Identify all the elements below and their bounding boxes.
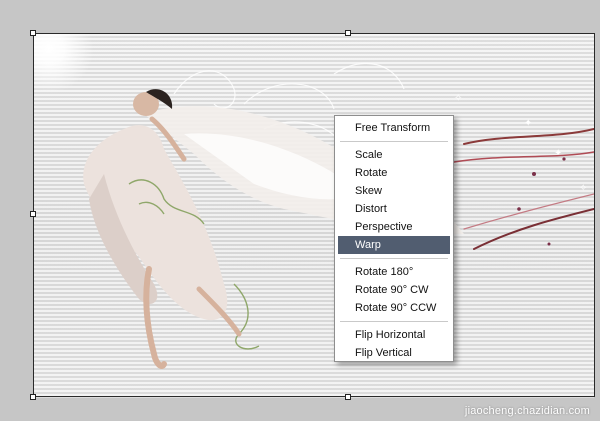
menu-item-rotate-90-ccw[interactable]: Rotate 90° CCW xyxy=(338,299,450,317)
menu-item-flip-horizontal[interactable]: Flip Horizontal xyxy=(338,326,450,344)
transform-handle-bottom-center[interactable] xyxy=(345,394,351,400)
transform-bounding-box[interactable] xyxy=(33,33,595,397)
menu-item-perspective[interactable]: Perspective xyxy=(338,218,450,236)
menu-item-scale[interactable]: Scale xyxy=(338,146,450,164)
transform-handle-bottom-left[interactable] xyxy=(30,394,36,400)
transform-context-menu: Free Transform Scale Rotate Skew Distort… xyxy=(334,115,454,362)
menu-item-skew[interactable]: Skew xyxy=(338,182,450,200)
site-watermark: jiaocheng.chazidian.com xyxy=(464,405,590,417)
menu-item-free-transform[interactable]: Free Transform xyxy=(338,119,450,137)
menu-item-distort[interactable]: Distort xyxy=(338,200,450,218)
transform-handle-top-left[interactable] xyxy=(30,30,36,36)
menu-separator xyxy=(340,141,448,142)
menu-item-rotate-180[interactable]: Rotate 180° xyxy=(338,263,450,281)
menu-separator xyxy=(340,321,448,322)
menu-item-rotate-90-cw[interactable]: Rotate 90° CW xyxy=(338,281,450,299)
menu-item-warp[interactable]: Warp xyxy=(338,236,450,254)
menu-item-flip-vertical[interactable]: Flip Vertical xyxy=(338,344,450,362)
menu-separator xyxy=(340,258,448,259)
menu-item-rotate[interactable]: Rotate xyxy=(338,164,450,182)
transform-handle-middle-left[interactable] xyxy=(30,211,36,217)
transform-handle-top-center[interactable] xyxy=(345,30,351,36)
